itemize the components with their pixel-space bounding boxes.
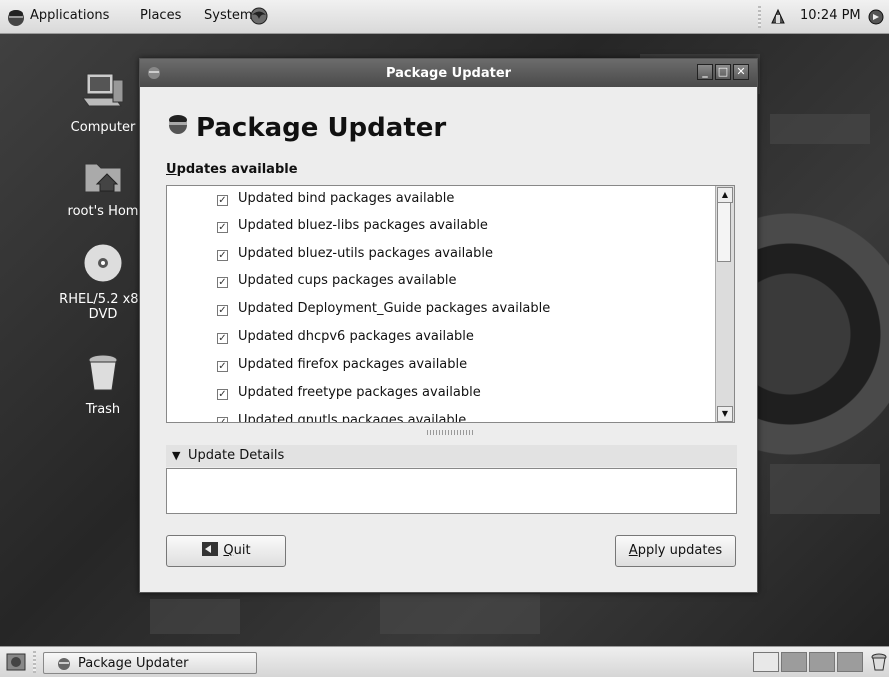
apply-updates-button[interactable]: Apply updates — [615, 535, 736, 567]
updates-list[interactable]: ✓ Updated bind packages available ✓ Update… — [166, 185, 735, 423]
list-item[interactable]: ✓ Updated bluez-utils packages available — [217, 246, 493, 270]
desktop-icon-label: Computer — [70, 120, 136, 135]
applications-menu[interactable]: Applications — [30, 8, 109, 23]
checkbox[interactable]: ✓ — [217, 277, 228, 288]
checkbox[interactable]: ✓ — [217, 389, 228, 400]
list-item[interactable]: ✓ Updated bluez-libs packages available — [217, 218, 488, 242]
trash-applet-icon[interactable] — [871, 653, 887, 675]
updater-logo-icon — [58, 658, 70, 670]
update-notifier-icon[interactable] — [768, 7, 788, 31]
checkbox[interactable]: ✓ — [217, 333, 228, 344]
checkbox[interactable]: ✓ — [217, 417, 228, 422]
maximize-button[interactable]: □ — [715, 64, 731, 80]
workspace-1[interactable] — [753, 652, 779, 672]
expander-triangle-icon: ▼ — [172, 449, 181, 462]
workspace-2[interactable] — [781, 652, 807, 672]
bottom-panel: Package Updater — [0, 646, 889, 677]
window-titlebar[interactable]: Package Updater _ □ ✕ — [140, 59, 757, 87]
panel-separator — [758, 6, 761, 28]
workspace-4[interactable] — [837, 652, 863, 672]
clock[interactable]: 10:24 PM — [800, 8, 861, 23]
top-panel: Applications Places System 10:24 PM — [0, 0, 889, 34]
close-button[interactable]: ✕ — [733, 64, 749, 80]
wallpaper-tile — [770, 114, 870, 144]
list-item[interactable]: ✓ Updated gnutls packages available — [217, 413, 466, 422]
page-title: Package Updater — [166, 111, 446, 143]
update-details-text[interactable] — [166, 468, 737, 514]
window-title: Package Updater — [385, 66, 512, 81]
checkbox[interactable]: ✓ — [217, 222, 228, 233]
update-details-expander[interactable]: ▼ Update Details — [166, 445, 737, 467]
pane-resize-handle[interactable] — [427, 430, 473, 435]
list-item[interactable]: ✓ Updated firefox packages available — [217, 357, 467, 381]
list-item[interactable]: ✓ Updated dhcpv6 packages available — [217, 329, 474, 353]
updater-logo-icon — [169, 115, 187, 134]
scrollbar-thumb[interactable] — [717, 202, 731, 262]
desktop-icon-label: Trash — [85, 402, 121, 417]
quit-icon — [202, 542, 219, 556]
checkbox[interactable]: ✓ — [217, 250, 228, 261]
quit-button[interactable]: Quit — [166, 535, 286, 567]
taskbar-item-package-updater[interactable]: Package Updater — [43, 652, 257, 674]
list-item[interactable]: ✓ Updated bind packages available — [217, 191, 454, 215]
distro-logo-icon[interactable] — [6, 7, 26, 31]
scrollbar[interactable]: ▲ ▼ — [715, 186, 734, 422]
updates-available-label: Updates available — [166, 162, 298, 177]
wallpaper-tile — [770, 464, 880, 514]
package-updater-window: Package Updater _ □ ✕ Package Updater Up… — [139, 58, 758, 593]
list-item[interactable]: ✓ Updated Deployment_Guide packages avail… — [217, 301, 550, 325]
system-menu[interactable]: System — [204, 8, 252, 23]
minimize-button[interactable]: _ — [697, 64, 713, 80]
scroll-down-arrow-icon[interactable]: ▼ — [717, 406, 733, 422]
list-item[interactable]: ✓ Updated freetype packages available — [217, 385, 481, 409]
workspace-3[interactable] — [809, 652, 835, 672]
checkbox[interactable]: ✓ — [217, 195, 228, 206]
desktop-icon-label: root's Hom — [67, 204, 139, 219]
scroll-up-arrow-icon[interactable]: ▲ — [717, 187, 733, 203]
wallpaper-tile — [380, 594, 540, 634]
panel-separator — [33, 651, 36, 673]
places-menu[interactable]: Places — [140, 8, 181, 23]
checkbox[interactable]: ✓ — [217, 361, 228, 372]
show-desktop-icon[interactable] — [6, 653, 26, 675]
web-browser-icon[interactable] — [249, 6, 269, 30]
wallpaper-tile — [150, 599, 240, 634]
volume-icon[interactable] — [866, 7, 886, 31]
desktop: Computer root's Hom RHEL/5.2 x86 DVD Tra… — [0, 34, 889, 646]
checkbox[interactable]: ✓ — [217, 305, 228, 316]
list-item[interactable]: ✓ Updated cups packages available — [217, 273, 456, 297]
